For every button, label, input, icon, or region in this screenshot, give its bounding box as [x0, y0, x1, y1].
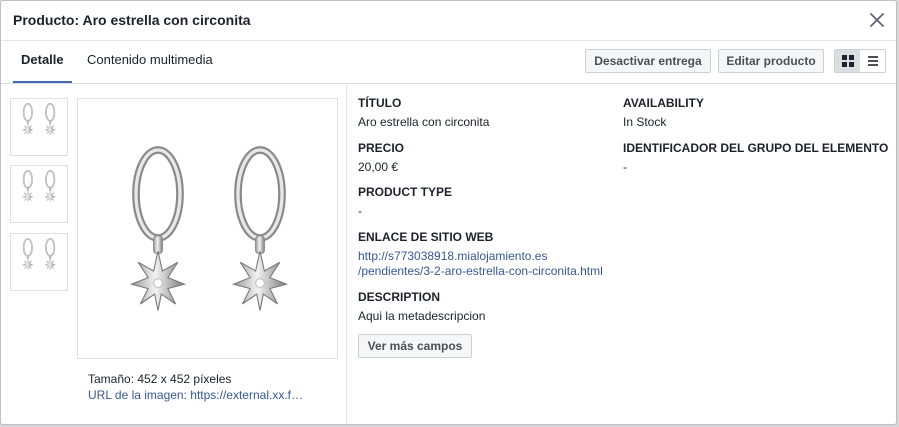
field-value: - [358, 204, 362, 218]
field-value: - [623, 160, 627, 174]
dialog-toolbar: Detalle Contenido multimedia Desactivar … [1, 41, 896, 84]
dialog-title: Producto: Aro estrella con circonita [13, 12, 251, 28]
field-description: DESCRIPTION Aqui la metadescripcion [358, 290, 485, 324]
website-link[interactable]: http://s773038918.mialojamiento.es /pend… [358, 249, 603, 279]
field-price: PRECIO 20,00 € [358, 141, 404, 175]
image-url-row: URL de la imagen: https://external.xx.f… [88, 387, 303, 403]
field-label: TÍTULO [358, 96, 402, 110]
edit-product-button[interactable]: Editar producto [718, 49, 824, 73]
field-label: PRODUCT TYPE [358, 185, 453, 199]
deactivate-delivery-button[interactable]: Desactivar entrega [585, 49, 711, 73]
tab-contenido-multimedia[interactable]: Contenido multimedia [87, 41, 213, 81]
tab-detalle[interactable]: Detalle [13, 41, 72, 83]
image-thumbnail[interactable] [10, 98, 68, 156]
dialog-header: Producto: Aro estrella con circonita [1, 1, 896, 41]
field-value: 20,00 € [358, 160, 399, 174]
field-label: PRECIO [358, 141, 405, 155]
field-title: TÍTULO Aro estrella con circonita [358, 96, 489, 130]
image-url-label: URL de la imagen: [88, 388, 191, 402]
grid-icon[interactable] [835, 50, 860, 72]
image-thumbnail[interactable] [10, 165, 68, 223]
field-label: DESCRIPTION [358, 290, 441, 304]
field-value: In Stock [623, 115, 667, 129]
website-link-line2: /pendientes/3-2-aro-estrella-con-circoni… [358, 264, 603, 278]
product-image [77, 98, 338, 359]
field-product-type: PRODUCT TYPE - [358, 185, 452, 219]
more-fields-button[interactable]: Ver más campos [358, 334, 472, 358]
image-info: Tamaño: 452 x 452 píxeles URL de la imag… [88, 371, 303, 403]
image-size: Tamaño: 452 x 452 píxeles [88, 372, 232, 386]
image-thumbnail[interactable] [10, 233, 68, 291]
field-label: ENLACE DE SITIO WEB [358, 230, 494, 244]
field-group-id: IDENTIFICADOR DEL GRUPO DEL ELEMENTO - [623, 141, 888, 175]
image-url-link[interactable]: https://external.xx.f… [190, 387, 303, 403]
dialog-content: Tamaño: 452 x 452 píxeles URL de la imag… [1, 84, 896, 424]
close-icon[interactable] [866, 9, 888, 31]
list-icon[interactable] [860, 50, 885, 72]
field-website: ENLACE DE SITIO WEB http://s773038918.mi… [358, 230, 603, 279]
product-dialog: Producto: Aro estrella con circonita Det… [0, 0, 897, 425]
field-availability: AVAILABILITY In Stock [623, 96, 704, 130]
field-value: Aro estrella con circonita [358, 115, 490, 129]
view-toggle [834, 49, 886, 73]
website-link-line1: http://s773038918.mialojamiento.es [358, 249, 548, 263]
field-label: AVAILABILITY [623, 96, 704, 110]
field-label: IDENTIFICADOR DEL GRUPO DEL ELEMENTO [623, 141, 889, 155]
divider [346, 84, 347, 424]
field-value: Aqui la metadescripcion [358, 309, 486, 323]
